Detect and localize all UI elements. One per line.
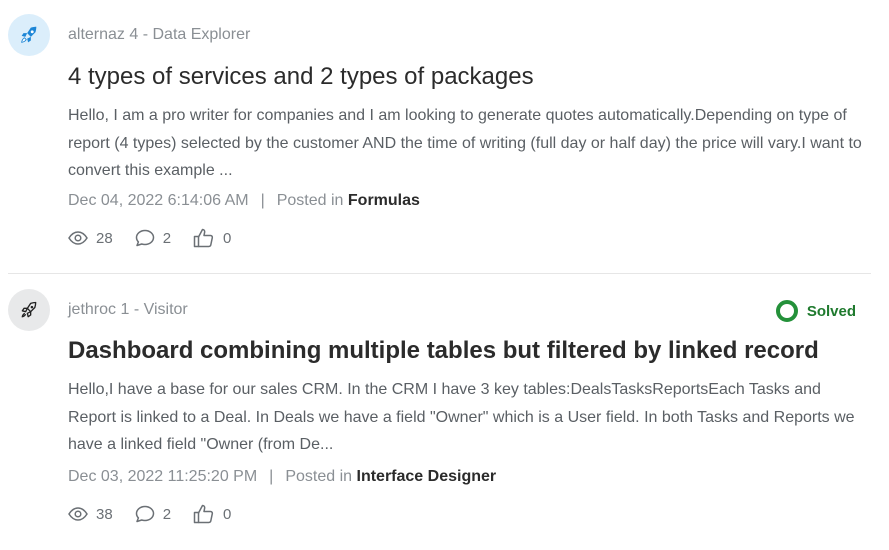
post-stats: 28 2 0 — [68, 228, 253, 248]
rocket-icon — [21, 26, 37, 43]
posted-in-label: Posted in — [276, 192, 344, 209]
comment-icon — [135, 229, 154, 247]
likes-count: 0 — [223, 229, 232, 247]
post-author[interactable]: jethroc 1 - Visitor — [68, 301, 188, 319]
post-stats: 38 2 0 — [68, 504, 253, 524]
avatar[interactable] — [8, 289, 50, 331]
avatar[interactable] — [8, 14, 50, 56]
comments-count: 2 — [162, 229, 172, 247]
solved-badge: Solved — [775, 300, 856, 322]
likes-count: 0 — [223, 505, 232, 523]
post-excerpt: Hello, I am a pro writer for companies a… — [68, 107, 862, 179]
post-card: jethroc 1 - Visitor Solved Dashboard com… — [8, 273, 871, 550]
eye-icon — [68, 231, 88, 245]
post-card: alternaz 4 - Data Explorer 4 types of se… — [8, 0, 871, 273]
views-count: 28 — [96, 229, 113, 247]
rocket-icon — [21, 301, 37, 318]
post-category-link[interactable]: Formulas — [348, 192, 420, 209]
solved-label: Solved — [806, 302, 856, 320]
solved-check-icon — [775, 300, 798, 322]
eye-icon — [68, 507, 88, 521]
post-excerpt: Hello,I have a base for our sales CRM. I… — [68, 381, 855, 453]
comments-count: 2 — [162, 505, 172, 523]
views-stat: 28 — [68, 230, 113, 247]
meta-separator: | — [269, 468, 274, 485]
post-title[interactable]: Dashboard combining multiple tables but … — [68, 336, 871, 366]
comments-stat[interactable]: 2 — [135, 505, 171, 523]
likes-stat[interactable]: 0 — [193, 228, 231, 248]
comments-stat[interactable]: 2 — [135, 229, 171, 247]
post-meta: Dec 03, 2022 11:25:20 PM | Posted in Inter… — [68, 468, 496, 486]
meta-separator: | — [260, 192, 265, 209]
comment-icon — [135, 505, 154, 523]
post-author[interactable]: alternaz 4 - Data Explorer — [68, 26, 250, 44]
post-date: Dec 04, 2022 6:14:06 AM — [68, 192, 249, 209]
post-title[interactable]: 4 types of services and 2 types of packa… — [68, 62, 871, 92]
likes-stat[interactable]: 0 — [193, 504, 231, 524]
thumbs-up-icon — [193, 228, 214, 248]
post-date: Dec 03, 2022 11:25:20 PM — [68, 468, 258, 485]
post-meta: Dec 04, 2022 6:14:06 AM | Posted in Formul… — [68, 192, 420, 210]
post-category-link[interactable]: Interface Designer — [357, 468, 497, 485]
views-count: 38 — [96, 505, 113, 523]
views-stat: 38 — [68, 506, 113, 523]
posted-in-label: Posted in — [285, 468, 353, 485]
thumbs-up-icon — [193, 504, 214, 524]
